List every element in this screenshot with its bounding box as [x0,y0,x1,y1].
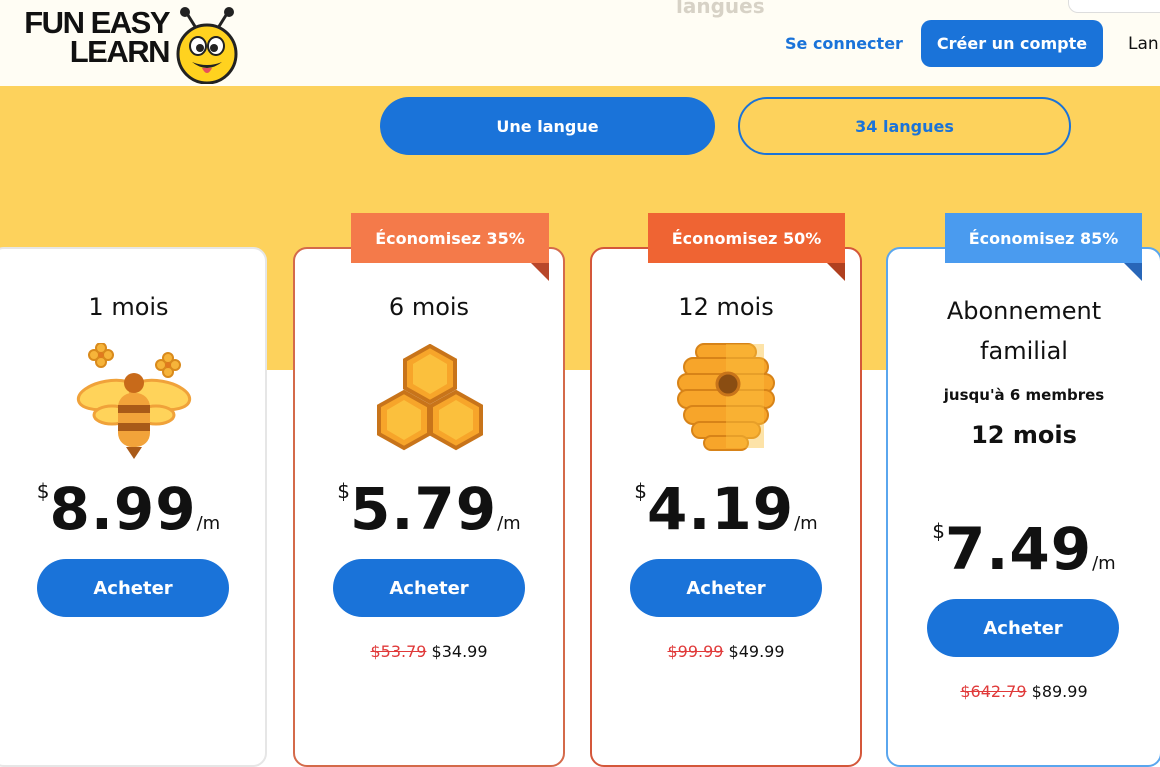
one-language-toggle[interactable]: Une langue [380,97,715,155]
price-comparison: $642.79 $89.99 [888,682,1160,701]
plan-card-family: Abonnement familial jusqu'à 6 membres 12… [886,247,1160,767]
plan-title: 6 mois [388,293,470,321]
original-price: $642.79 [960,682,1027,701]
ghost-heading: langues [676,0,765,18]
buy-button[interactable]: Acheter [37,559,229,617]
price-comparison: $99.99 $49.99 [592,642,860,661]
price-amount: 5.79 [350,475,498,543]
plan-title-line-1: Abonnement [946,297,1102,325]
discounted-total: $49.99 [728,642,785,661]
ribbon-fold [827,263,845,281]
savings-ribbon-35: Économisez 35% [351,213,549,263]
honeycomb-icon [377,344,483,451]
price-period: /m [196,513,221,534]
top-navbar: FUN EASY LEARN langues Se connecter Crée… [0,0,1160,87]
price-comparison: $53.79 $34.99 [295,642,563,661]
plan-duration: 12 mois [971,421,1077,449]
login-link[interactable]: Se connecter [785,34,903,53]
all-languages-toggle[interactable]: 34 langues [738,97,1071,155]
buy-button[interactable]: Acheter [927,599,1119,657]
price-amount: 4.19 [647,475,795,543]
plan-price: $7.49/m [888,515,1160,583]
plan-card-6-months: 6 mois $5.79/m Acheter $53.79 $34.99 [293,247,565,767]
logo-line-2: LEARN [69,34,171,69]
plan-title: Abonnement familial [888,291,1160,371]
currency-symbol: $ [932,519,945,543]
plan-price: $5.79/m [295,475,563,543]
savings-ribbon-50: Économisez 50% [648,213,845,263]
ribbon-fold [531,263,549,281]
discounted-total: $34.99 [431,642,488,661]
ribbon-fold [1124,263,1142,281]
plan-price: $8.99/m [0,475,265,543]
plan-title: 12 mois [678,293,774,321]
plan-card-12-months: 12 mois $4.19/m Acheter $99.99 $49.99 [590,247,862,767]
plan-title-line-2: familial [980,337,1068,365]
price-period: /m [1092,553,1116,574]
bee-mascot-icon[interactable] [166,6,248,84]
plan-title: 1 mois [88,293,169,321]
currency-symbol: $ [36,479,50,503]
signup-button[interactable]: Créer un compte [921,20,1103,67]
buy-button[interactable]: Acheter [333,559,525,617]
price-period: /m [497,513,521,534]
savings-ribbon-85: Économisez 85% [945,213,1142,263]
logo-line-1: FUN EASY [24,5,170,40]
price-period: /m [794,513,818,534]
corner-panel [1068,0,1160,13]
logo-text[interactable]: FUN EASY LEARN [4,5,171,69]
currency-symbol: $ [337,479,350,503]
members-note: jusqu'à 6 membres [943,386,1105,404]
bee-icon [76,343,192,459]
currency-symbol: $ [634,479,647,503]
price-amount: 7.49 [945,515,1093,583]
original-price: $99.99 [667,642,724,661]
plan-price: $4.19/m [592,475,860,543]
buy-button[interactable]: Acheter [630,559,822,617]
language-menu[interactable]: Lan [1128,34,1159,54]
original-price: $53.79 [370,642,427,661]
beehive-icon [677,343,775,451]
discounted-total: $89.99 [1031,682,1088,701]
price-amount: 8.99 [49,475,197,543]
plan-card-1-month: 1 mois $8.99/m Acheter [0,247,267,767]
